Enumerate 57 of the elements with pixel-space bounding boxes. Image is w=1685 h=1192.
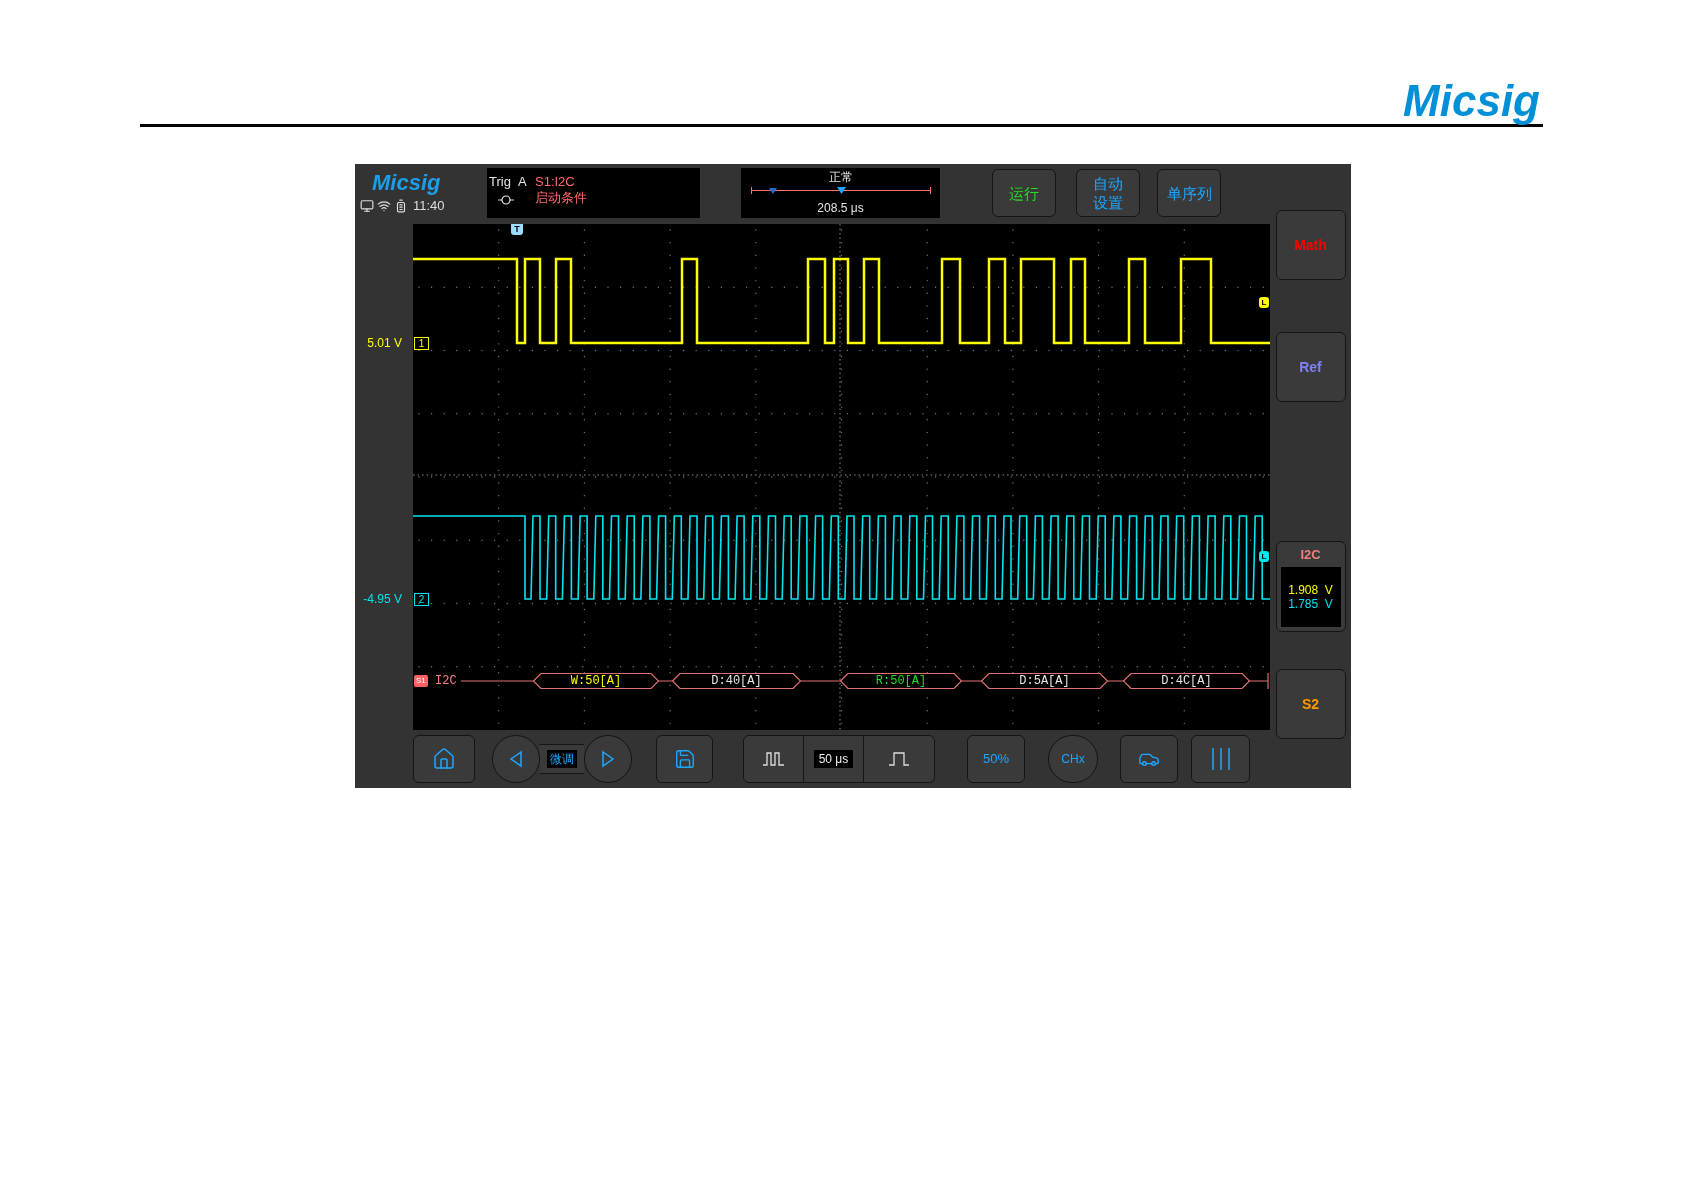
brand-logo: Micsig bbox=[1403, 78, 1540, 124]
menu-button[interactable] bbox=[1191, 735, 1250, 783]
trigger-level-button[interactable]: 50% bbox=[967, 735, 1025, 783]
decode-packet: W:50[A] bbox=[533, 673, 659, 689]
home-button[interactable] bbox=[413, 735, 475, 783]
trigger-slot: A bbox=[517, 174, 527, 190]
control-button[interactable]: 单序列 bbox=[1157, 169, 1221, 217]
left-triangle-icon bbox=[508, 750, 524, 768]
wifi-icon bbox=[377, 199, 391, 213]
control-button[interactable]: 运行 bbox=[992, 169, 1056, 217]
delay-value: 208.5 μs bbox=[817, 200, 864, 216]
trigger-condition: 启动条件 bbox=[535, 190, 587, 206]
panel-title: I2C bbox=[1300, 546, 1321, 564]
bus-protocol-label: I2C bbox=[435, 674, 457, 688]
single-pulse-icon bbox=[888, 752, 910, 766]
save-icon bbox=[673, 748, 696, 770]
trigger-label: Trig bbox=[489, 174, 511, 190]
channel-button[interactable]: CHx bbox=[1048, 735, 1098, 783]
acquisition-mode: 正常 bbox=[828, 169, 853, 185]
voltage-reading: 1.785 V bbox=[1288, 597, 1333, 611]
fine-adjust-label[interactable]: 微调 bbox=[547, 750, 577, 768]
window-marker-icon bbox=[768, 188, 777, 194]
decode-packet: D:4C[A] bbox=[1123, 673, 1250, 689]
side-button[interactable]: S2 bbox=[1275, 669, 1346, 739]
timebase-panel[interactable]: 正常 208.5 μs bbox=[741, 168, 940, 218]
trigger-panel[interactable]: Trig A S1:I2C 启动条件 bbox=[487, 168, 700, 218]
timebase-value: 50 μs bbox=[813, 750, 854, 768]
channel-offset: 5.01 V bbox=[367, 336, 402, 350]
slider-thumb[interactable] bbox=[836, 187, 846, 194]
trigger-level-marker[interactable]: L bbox=[1259, 297, 1269, 308]
edge-icon bbox=[497, 194, 515, 206]
delay-slider[interactable] bbox=[750, 185, 931, 197]
battery-icon bbox=[394, 199, 408, 213]
next-button[interactable] bbox=[584, 735, 632, 783]
monitor-icon bbox=[360, 199, 374, 213]
right-triangle-icon bbox=[600, 750, 616, 768]
bus-source-badge: S1 bbox=[414, 675, 428, 687]
trigger-level-marker[interactable]: L bbox=[1259, 551, 1269, 562]
decode-packet: D:5A[A] bbox=[981, 673, 1108, 689]
car-button[interactable] bbox=[1120, 735, 1178, 783]
channel-marker[interactable]: 2 bbox=[414, 593, 429, 606]
channel-offset: -4.95 V bbox=[363, 592, 402, 606]
channel-marker[interactable]: 1 bbox=[414, 337, 429, 350]
vertical-bars-icon bbox=[1209, 747, 1232, 771]
save-button[interactable] bbox=[656, 735, 713, 783]
decode-readout-panel[interactable]: I2C 1.908 V 1.785 V bbox=[1275, 541, 1346, 632]
decode-packet: R:50[A] bbox=[840, 673, 962, 689]
clock-time: 11:40 bbox=[413, 197, 445, 216]
voltage-reading: 1.908 V bbox=[1288, 583, 1333, 597]
pulse-train-icon bbox=[761, 752, 786, 766]
trigger-position-marker[interactable]: T bbox=[511, 224, 523, 235]
decode-packet: D:40[A] bbox=[672, 673, 801, 689]
device-logo: Micsig bbox=[371, 170, 442, 197]
home-icon bbox=[432, 747, 456, 771]
control-button[interactable]: 自动 设置 bbox=[1076, 169, 1140, 217]
trigger-source: S1:I2C bbox=[535, 174, 576, 190]
previous-button[interactable] bbox=[492, 735, 540, 783]
